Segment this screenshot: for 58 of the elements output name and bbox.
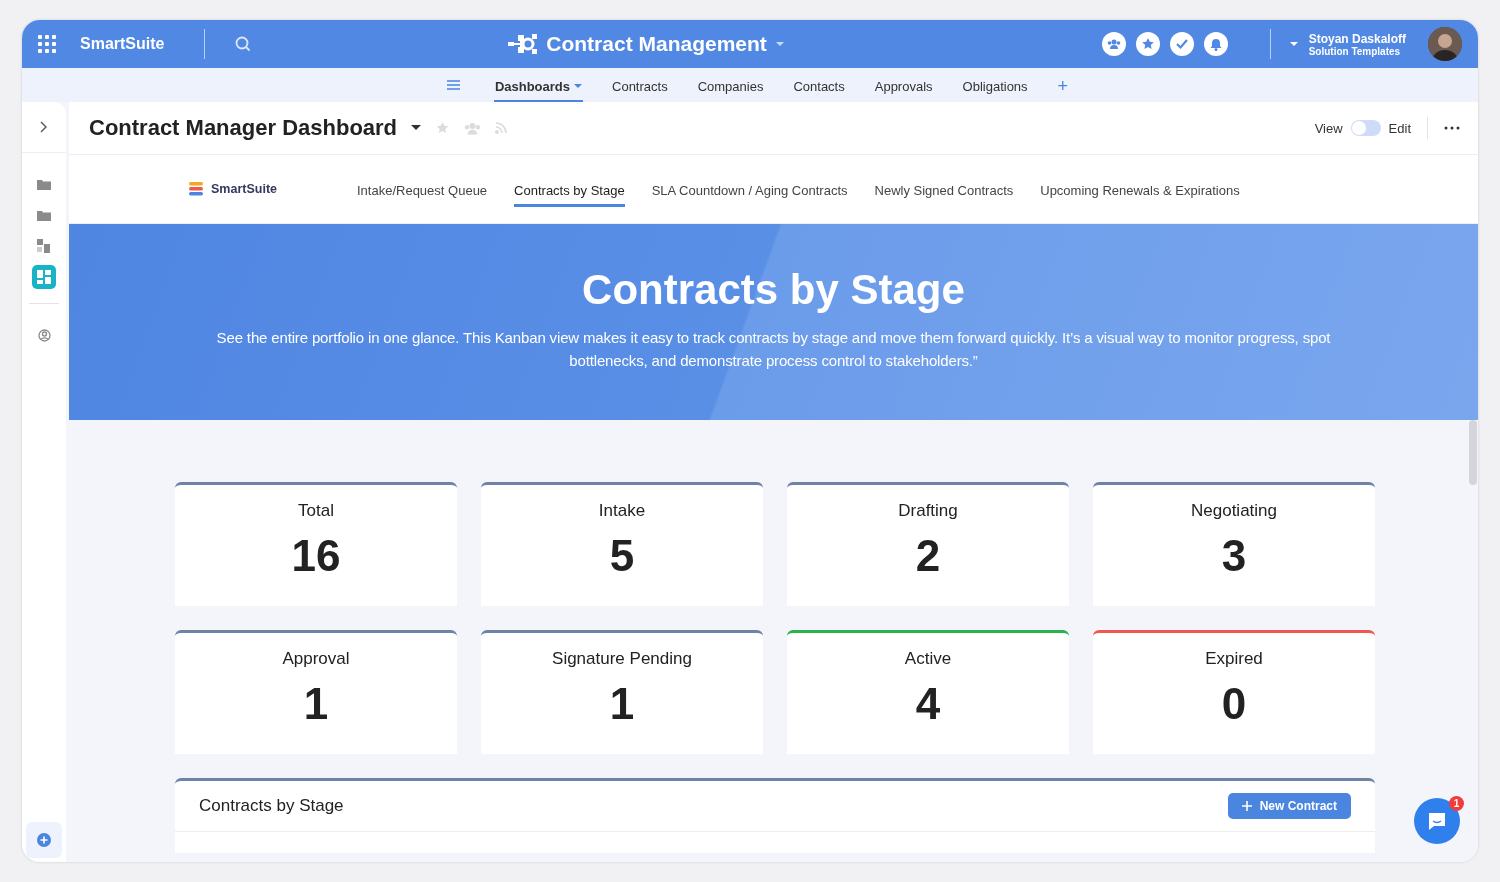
user-role: Solution Templates	[1308, 45, 1402, 57]
hero-text: See the entire portfolio in one glance. This Kanban view makes it easy to track contracts by stage and move them forward quickly. It’s a visual way to monitor progress, spot bottlenecks, and demonstrate process control to stakeholders.”	[215, 328, 1332, 371]
bell-icon[interactable]	[1203, 32, 1228, 56]
dashboard-tab[interactable]: Newly Signed Contracts	[874, 177, 1014, 207]
logo-icon	[189, 182, 203, 196]
nav-tab[interactable]: Contacts	[792, 70, 846, 103]
chevron-right-icon[interactable]	[40, 121, 48, 133]
team-icon[interactable]	[1101, 32, 1126, 56]
avatar[interactable]	[1428, 27, 1462, 61]
stat-value: 1	[609, 679, 635, 729]
stat-label: Active	[904, 649, 952, 669]
stat-value: 5	[609, 531, 635, 581]
hero-title: Contracts by Stage	[582, 266, 965, 314]
search-icon[interactable]	[235, 36, 252, 52]
stat-value: 2	[915, 531, 941, 581]
plus-icon	[1241, 801, 1252, 811]
nav-tab[interactable]: Contracts	[611, 70, 669, 103]
stat-value: 0	[1221, 679, 1247, 729]
mode-toggle[interactable]	[1350, 120, 1381, 136]
logo-name: SmartSuite	[211, 182, 277, 196]
scrollbar[interactable]	[1469, 420, 1477, 485]
add-button[interactable]	[26, 822, 62, 858]
check-icon[interactable]	[1169, 32, 1194, 56]
dashboard-tab[interactable]: Intake/Request Queue	[357, 177, 488, 207]
stat-label: Intake	[598, 501, 646, 521]
stat-label: Expired	[1205, 649, 1263, 669]
view-label: View	[1314, 120, 1343, 136]
app-title: Contract Management	[546, 32, 767, 56]
dashboard-tab[interactable]: Upcoming Renewals & Expirations	[1040, 177, 1240, 207]
dashboard-icon[interactable]	[32, 265, 56, 289]
stat-value: 4	[915, 679, 941, 729]
caret-icon[interactable]	[411, 125, 422, 131]
edit-label: Edit	[1388, 120, 1411, 136]
dashboard-tab[interactable]: SLA Countdown / Aging Contracts	[651, 177, 848, 207]
new-contract-button[interactable]: New Contract	[1227, 793, 1351, 819]
apps-grid-icon[interactable]	[38, 35, 56, 53]
plus-icon	[37, 833, 51, 847]
stat-value: 16	[291, 531, 341, 581]
star-icon[interactable]	[435, 121, 451, 135]
nav-tab[interactable]: Companies	[696, 70, 765, 103]
nav-tab[interactable]: Approvals	[873, 70, 934, 103]
user-name: Stoyan Daskaloff	[1308, 31, 1406, 46]
brand-name: SmartSuite	[80, 35, 165, 53]
dashboard-tab[interactable]: Contracts by Stage	[514, 177, 625, 207]
stat-label: Signature Pending	[552, 649, 692, 669]
nav-tab[interactable]: Obligations	[961, 70, 1029, 103]
panel-title: Contracts by Stage	[199, 796, 344, 816]
stat-label: Total	[298, 501, 334, 521]
network-nodes-icon	[508, 33, 539, 55]
stat-value: 1	[303, 679, 329, 729]
stat-label: Negotiating	[1191, 501, 1277, 521]
dashboard-title: Contract Manager Dashboard	[89, 115, 398, 141]
stat-value: 3	[1221, 531, 1247, 581]
stat-label: Drafting	[898, 501, 958, 521]
chat-icon	[1426, 810, 1448, 832]
menu-icon[interactable]	[446, 80, 460, 90]
more-icon[interactable]	[1444, 126, 1460, 130]
stat-label: Approval	[282, 649, 350, 669]
